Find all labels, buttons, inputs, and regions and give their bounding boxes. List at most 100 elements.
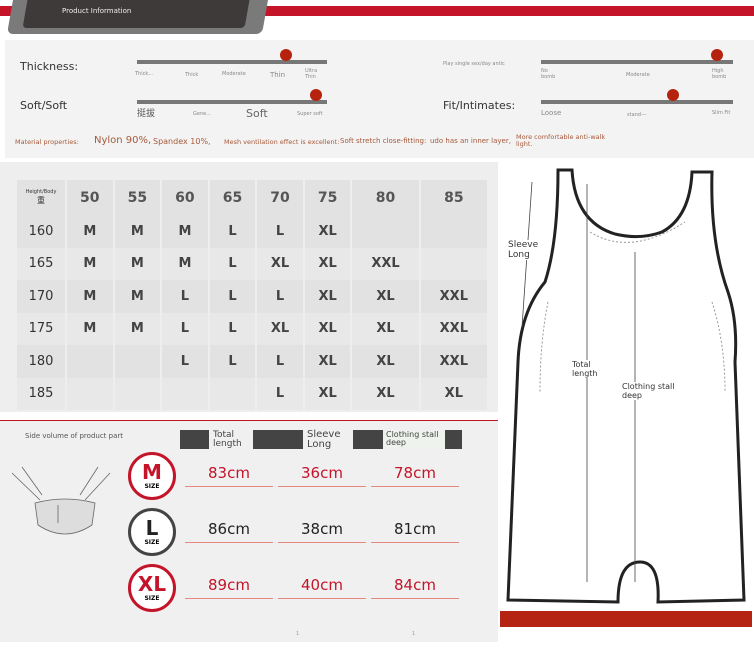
size-cell [67, 345, 113, 378]
weight-header: 80 [352, 180, 419, 215]
softness-label: Soft/Soft [20, 99, 68, 112]
material-text: udo has an inner layer, [430, 137, 511, 145]
weight-header: 55 [114, 180, 161, 215]
measurement-value: 86cm [208, 520, 250, 538]
measurement-value: 78cm [394, 464, 436, 482]
weight-header: 60 [162, 180, 208, 215]
tick: Thin [270, 71, 286, 79]
size-badge: XL SIZE [128, 564, 176, 612]
size-cell: L [257, 215, 303, 248]
size-cell: M [67, 312, 113, 345]
elasticity-label: Play single sex/day antic [443, 61, 505, 67]
material-text: Mesh ventilation effect is excellent: [224, 138, 340, 146]
size-cell: L [257, 345, 303, 378]
header-block [253, 430, 303, 449]
size-cell: XL [257, 247, 303, 280]
measurement-value: 40cm [301, 576, 343, 594]
size-cell: XL [352, 312, 419, 345]
size-cell: XL [304, 345, 351, 378]
size-badge: L SIZE [128, 508, 176, 556]
size-cell: L [209, 215, 256, 248]
tick: Super soft [297, 111, 323, 117]
size-cell: XL [352, 377, 419, 410]
tick: Ultra Thin [305, 68, 318, 80]
thickness-knob [280, 49, 292, 61]
tick: 挺拔 [137, 109, 156, 119]
size-cell: XXL [420, 280, 487, 313]
size-word: SIZE [144, 539, 160, 546]
size-cell: XL [304, 215, 351, 248]
material-text: Nylon 90%, [94, 135, 152, 146]
footnote: 1 [412, 631, 416, 637]
elasticity-knob [711, 49, 723, 61]
divider [371, 542, 459, 543]
height-cell: 170 [17, 280, 65, 313]
divider [371, 486, 459, 487]
softness-knob [310, 89, 322, 101]
measurement-value: 89cm [208, 576, 250, 594]
size-cell: XL [304, 377, 351, 410]
measurement-value: 81cm [394, 520, 436, 538]
thickness-slider [137, 60, 327, 64]
tick: stand--- [627, 112, 647, 118]
measurement-value: 84cm [394, 576, 436, 594]
fit-label: Fit/Intimates: [443, 99, 516, 112]
height-cell: 175 [17, 312, 65, 345]
material-text: Soft stretch close-fitting: [340, 137, 427, 145]
height-cell: 160 [17, 215, 65, 248]
garment-footer-bar [500, 611, 752, 627]
size-word: SIZE [144, 483, 160, 490]
tick: Moderate [626, 72, 650, 78]
size-cell [352, 215, 419, 248]
size-table: Height/Body 重 50 55 60 65 70 75 80 85 160… [15, 180, 489, 410]
garment-diagram: Sleeve Long Total length Clothing stall … [500, 162, 754, 612]
size-cell: XL [304, 280, 351, 313]
softness-slider [137, 100, 327, 104]
size-cell: XXL [352, 247, 419, 280]
column-sleeve-long: Sleeve Long [307, 429, 341, 450]
total-length-label: Total length [572, 360, 602, 378]
fit-knob [667, 89, 679, 101]
table-row: 185 L XL XL XL [17, 377, 487, 410]
table-row: 170 M M L L L XL XL XXL [17, 280, 487, 313]
size-cell: L [209, 280, 256, 313]
size-cell: M [114, 312, 161, 345]
size-cell: L [257, 280, 303, 313]
measurement-caption: Side volume of product part [25, 432, 123, 440]
size-cell: L [162, 345, 208, 378]
divider [185, 542, 273, 543]
height-cell: 165 [17, 247, 65, 280]
measurement-value: 36cm [301, 464, 343, 482]
size-cell: M [114, 280, 161, 313]
table-row: 165 M M M L XL XL XXL [17, 247, 487, 280]
divider [278, 598, 366, 599]
size-letter: L [145, 516, 159, 540]
elasticity-slider [541, 60, 733, 64]
size-cell: L [257, 377, 303, 410]
tick: Thick [185, 72, 199, 78]
size-cell: L [209, 247, 256, 280]
header-block [180, 430, 209, 449]
tick: High bomb [712, 68, 727, 80]
size-cell: XL [304, 312, 351, 345]
divider [371, 598, 459, 599]
measurement-value: 38cm [301, 520, 343, 538]
column-stall-deep: Clothing stall deep [386, 431, 446, 447]
header-block [445, 430, 462, 449]
size-letter: XL [137, 572, 167, 596]
tick: Slim Fit [712, 110, 731, 116]
fit-slider [541, 100, 733, 104]
corner-cell: Height/Body 重 [17, 180, 65, 215]
size-cell: XL [420, 377, 487, 410]
weight-header: 65 [209, 180, 256, 215]
size-cell: L [209, 345, 256, 378]
size-cell [162, 377, 208, 410]
size-cell: M [67, 280, 113, 313]
divider [185, 486, 273, 487]
thickness-label: Thickness: [20, 60, 79, 73]
tick: Loose [541, 109, 562, 117]
size-cell: XL [352, 280, 419, 313]
weight-header: 75 [304, 180, 351, 215]
size-cell: M [114, 215, 161, 248]
table-row: 175 M M L L XL XL XL XXL [17, 312, 487, 345]
